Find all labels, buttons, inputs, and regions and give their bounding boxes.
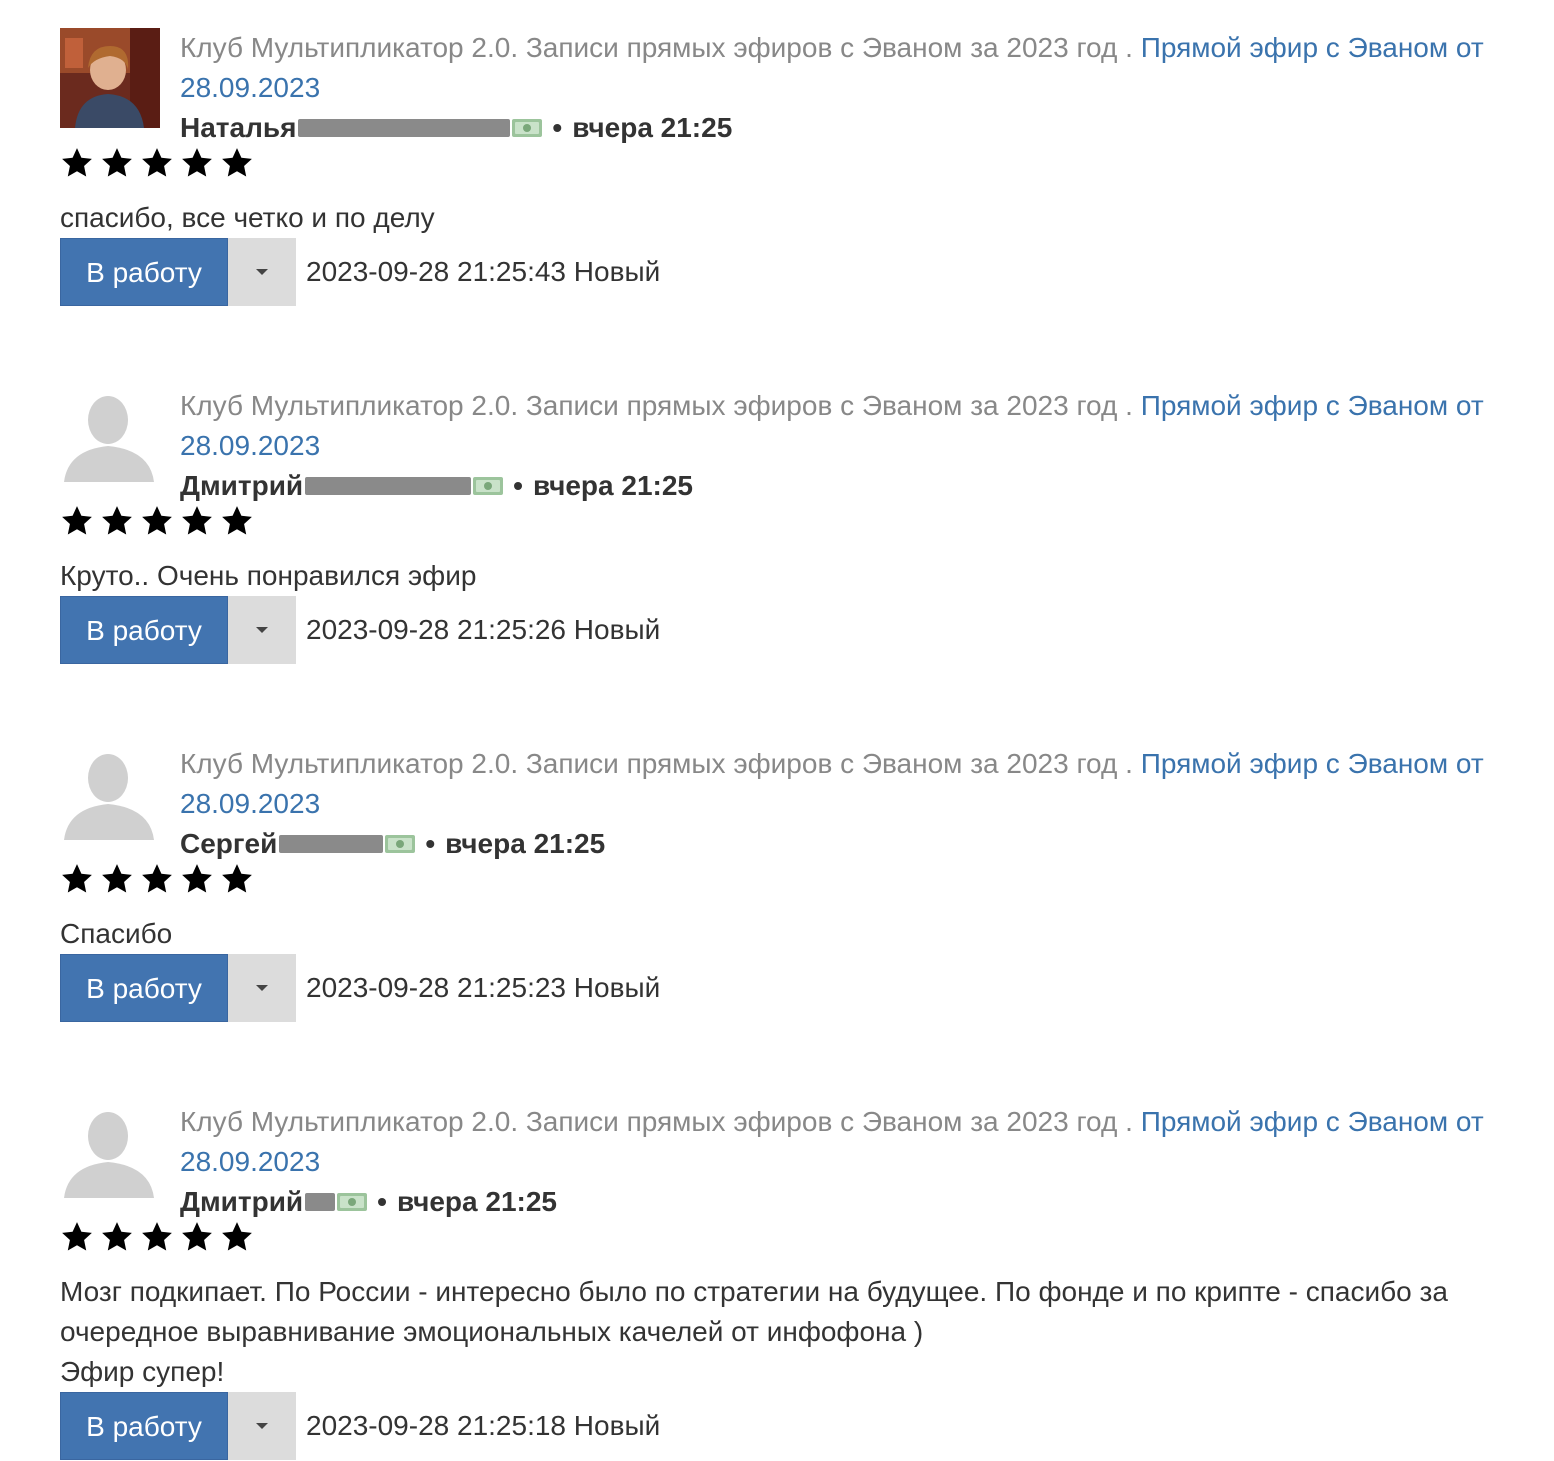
review-timestamp: 2023-09-28 21:25:18 [306,1410,566,1441]
review-meta: Клуб Мультипликатор 2.0. Записи прямых э… [180,386,1500,506]
money-icon [473,477,504,495]
star-icon [180,862,214,902]
status-dropdown-button[interactable] [228,238,296,306]
status-line: 2023-09-28 21:25:26 Новый [306,614,660,646]
user-photo-icon [60,28,160,128]
money-icon [385,835,416,853]
star-icon [180,1220,214,1260]
review-status: Новый [573,972,661,1003]
star-icon [60,1220,94,1260]
star-icon [220,862,254,902]
star-icon [140,1220,174,1260]
star-icon [220,146,254,186]
review-meta: Клуб Мультипликатор 2.0. Записи прямых э… [180,1102,1500,1222]
review-controls: В работу 2023-09-28 21:25:18 Новый [60,1392,660,1460]
redacted-surname [279,835,384,853]
status-line: 2023-09-28 21:25:43 Новый [306,256,660,288]
review-comment: Мозг подкипает. По России - интересно бы… [60,1276,1448,1387]
money-icon [512,119,543,137]
author-name: Дмитрий [180,470,304,501]
avatar [60,386,160,486]
star-icon [140,146,174,186]
status-line: 2023-09-28 21:25:18 Новый [306,1410,660,1442]
author-name: Сергей [180,828,278,859]
author-line: Сергей • вчера 21:25 [180,824,1500,864]
review-meta: Клуб Мультипликатор 2.0. Записи прямых э… [180,744,1500,864]
star-icon [220,1220,254,1260]
avatar [60,744,160,844]
review-controls: В работу 2023-09-28 21:25:23 Новый [60,954,660,1022]
money-icon [337,1193,368,1211]
star-icon [100,862,134,902]
review-time: вчера 21:25 [532,470,693,501]
in-work-button[interactable]: В работу [60,238,228,306]
status-line: 2023-09-28 21:25:23 Новый [306,972,660,1004]
author-name: Наталья [180,112,297,143]
redacted-surname [305,1193,336,1211]
review-controls: В работу 2023-09-28 21:25:43 Новый [60,238,660,306]
star-icon [60,504,94,544]
star-icon [60,862,94,902]
user-placeholder-icon [60,744,160,844]
author-line: Дмитрий • вчера 21:25 [180,1182,1500,1222]
star-icon [180,146,214,186]
course-title: Клуб Мультипликатор 2.0. Записи прямых э… [180,1106,1133,1137]
star-icon [100,146,134,186]
star-icon [60,146,94,186]
review-status: Новый [573,256,661,287]
separator-dot: • [377,1186,387,1217]
avatar [60,1102,160,1202]
star-icon [180,504,214,544]
author-line: Наталья • вчера 21:25 [180,108,1500,148]
review-comment: спасибо, все четко и по делу [60,202,435,233]
review-status: Новый [573,1410,661,1441]
review-timestamp: 2023-09-28 21:25:23 [306,972,566,1003]
in-work-button[interactable]: В работу [60,954,228,1022]
caret-down-icon [256,1423,268,1429]
status-dropdown-button[interactable] [228,954,296,1022]
review-comment: Спасибо [60,918,173,949]
rating-stars [60,504,254,544]
star-icon [220,504,254,544]
user-placeholder-icon [60,1102,160,1202]
author-line: Дмитрий • вчера 21:25 [180,466,1500,506]
avatar [60,28,160,128]
caret-down-icon [256,627,268,633]
status-dropdown-button[interactable] [228,1392,296,1460]
review-time: вчера 21:25 [396,1186,557,1217]
in-work-button[interactable]: В работу [60,596,228,664]
star-icon [100,504,134,544]
course-title: Клуб Мультипликатор 2.0. Записи прямых э… [180,32,1133,63]
caret-down-icon [256,985,268,991]
redacted-surname [305,477,472,495]
review-timestamp: 2023-09-28 21:25:26 [306,614,566,645]
star-icon [100,1220,134,1260]
rating-stars [60,1220,254,1260]
author-name: Дмитрий [180,1186,304,1217]
status-dropdown-button[interactable] [228,596,296,664]
review-status: Новый [573,614,661,645]
rating-stars [60,862,254,902]
review-comment: Круто.. Очень понравился эфир [60,560,477,591]
course-title: Клуб Мультипликатор 2.0. Записи прямых э… [180,748,1133,779]
review-time: вчера 21:25 [572,112,733,143]
separator-dot: • [552,112,563,143]
review-timestamp: 2023-09-28 21:25:43 [306,256,566,287]
user-placeholder-icon [60,386,160,486]
separator-dot: • [425,828,436,859]
course-title: Клуб Мультипликатор 2.0. Записи прямых э… [180,390,1133,421]
rating-stars [60,146,254,186]
review-meta: Клуб Мультипликатор 2.0. Записи прямых э… [180,28,1500,148]
separator-dot: • [513,470,523,501]
in-work-button[interactable]: В работу [60,1392,228,1460]
redacted-surname [298,119,511,137]
caret-down-icon [256,269,268,275]
review-controls: В работу 2023-09-28 21:25:26 Новый [60,596,660,664]
review-time: вчера 21:25 [445,828,606,859]
star-icon [140,504,174,544]
star-icon [140,862,174,902]
